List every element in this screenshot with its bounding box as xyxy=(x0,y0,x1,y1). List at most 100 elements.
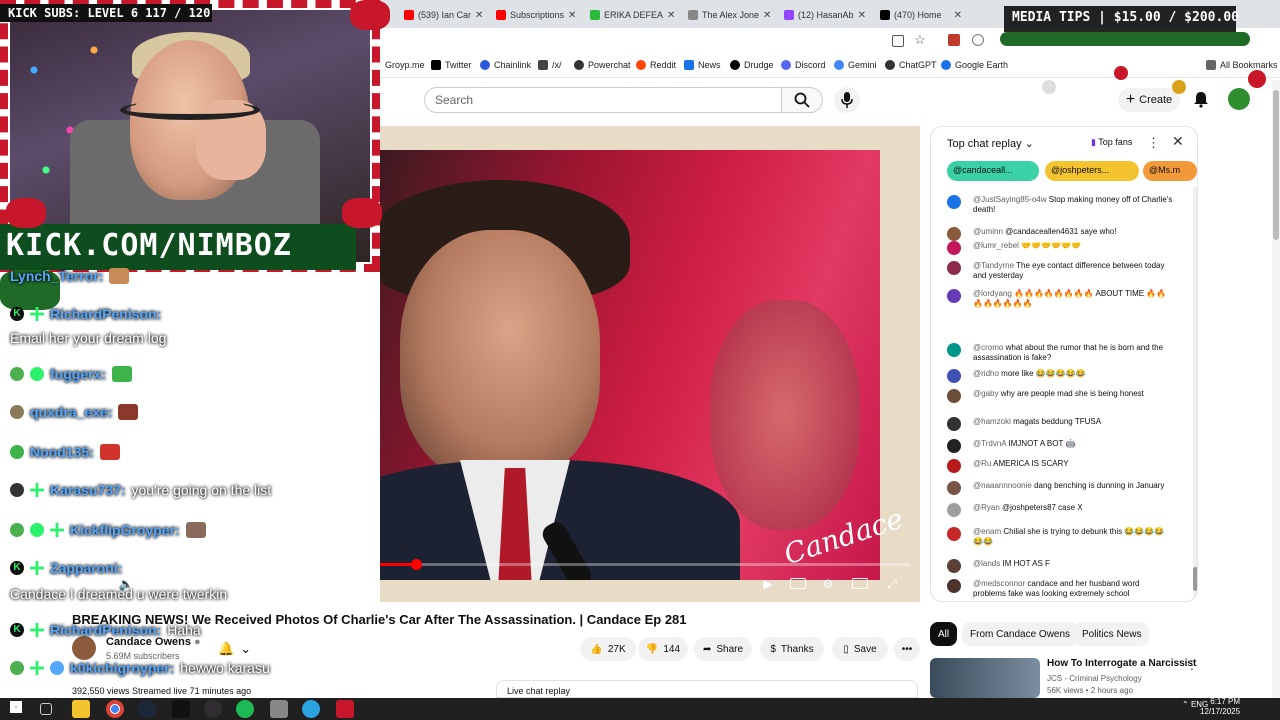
recommended-video-title[interactable]: How To Interrogate a Narcissist xyxy=(1047,658,1196,669)
channel-avatar[interactable] xyxy=(72,636,96,660)
chat-message[interactable]: @lumr_rebel 🤝🤝🤝🤝🤝🤝 xyxy=(941,241,1181,255)
bookmark-item[interactable]: Drudge xyxy=(730,60,774,70)
pinned-fan-chip[interactable]: @candaceall... xyxy=(947,161,1039,181)
search-button[interactable] xyxy=(781,87,823,113)
chat-avatar[interactable] xyxy=(947,227,961,241)
share-button[interactable]: ➦ Share xyxy=(694,637,752,661)
chat-username[interactable]: @cromo xyxy=(973,343,1003,352)
voice-search-button[interactable] xyxy=(834,87,860,113)
file-explorer-icon[interactable] xyxy=(72,700,90,718)
chat-username[interactable]: @Ryan xyxy=(973,503,1000,512)
video-progress-bar[interactable] xyxy=(380,559,910,570)
chat-message[interactable]: @gaby why are people mad she is being ho… xyxy=(941,389,1181,403)
subtitles-icon[interactable] xyxy=(790,578,806,589)
chat-avatar[interactable] xyxy=(947,261,961,275)
more-actions-button[interactable]: ••• xyxy=(894,637,920,661)
create-button[interactable]: + Create xyxy=(1118,88,1180,112)
chat-avatar[interactable] xyxy=(947,195,961,209)
chat-avatar[interactable] xyxy=(947,559,961,573)
filter-chip-all[interactable]: All xyxy=(930,622,958,646)
chat-message[interactable]: @ridho more like 😂😂😂😂😂 xyxy=(941,369,1181,383)
chat-message[interactable]: @Ru AMERICA IS SCARY xyxy=(941,459,1181,473)
bookmark-item[interactable]: Discord xyxy=(781,60,826,70)
chat-username[interactable]: @hamzoki xyxy=(973,417,1011,426)
chrome-icon[interactable] xyxy=(106,700,124,718)
chat-username[interactable]: @medsconnor xyxy=(973,579,1025,588)
extension-icon[interactable] xyxy=(948,34,960,46)
chat-avatar[interactable] xyxy=(947,389,961,403)
bookmark-item[interactable]: Chainlink xyxy=(480,60,531,70)
steam-icon[interactable] xyxy=(138,700,156,718)
chat-avatar[interactable] xyxy=(947,343,961,357)
bookmark-item[interactable]: Twitter xyxy=(431,60,472,70)
bookmark-item[interactable]: Reddit xyxy=(636,60,676,70)
search-input[interactable]: Search xyxy=(424,87,782,113)
chat-username[interactable]: @naaannnoonie xyxy=(973,481,1032,490)
chat-message[interactable]: @lands IM HOT AS F xyxy=(941,559,1181,573)
settings-gear-icon[interactable]: ⚙ xyxy=(820,577,836,591)
bookmark-item[interactable]: Gemini xyxy=(834,60,877,70)
browser-tab[interactable]: (539) Ian Car ✕ xyxy=(398,4,488,26)
chat-username[interactable]: @uminn xyxy=(973,227,1003,236)
chat-scrollbar-thumb[interactable] xyxy=(1193,567,1197,591)
bookmark-item[interactable]: /x/ xyxy=(538,60,562,70)
chat-avatar[interactable] xyxy=(947,417,961,431)
close-icon[interactable]: ✕ xyxy=(954,10,962,21)
browser-tab[interactable]: ERIKA DEFEA ✕ xyxy=(584,4,680,26)
browser-tab[interactable]: Subscriptions ✕ xyxy=(490,4,580,26)
close-icon[interactable]: ✕ xyxy=(667,10,675,21)
close-icon[interactable]: ✕ xyxy=(568,10,576,21)
chat-message-list[interactable]: @JustSaying85-o4w Stop making money off … xyxy=(931,185,1193,601)
chat-username[interactable]: @ridho xyxy=(973,369,999,378)
notifications-bell-icon[interactable] xyxy=(1192,90,1210,108)
fullscreen-icon[interactable]: ⤢ xyxy=(884,577,900,591)
page-scrollbar-thumb[interactable] xyxy=(1273,90,1279,240)
spotify-icon[interactable] xyxy=(236,700,254,718)
app-icon[interactable] xyxy=(336,700,354,718)
chat-message[interactable]: @uminn @candaceallen4631 saye who! xyxy=(941,227,1181,241)
thanks-button[interactable]: $ Thanks xyxy=(760,637,824,661)
chat-message[interactable]: @hamzoki magats beddung TFUSA xyxy=(941,417,1181,431)
chat-scrollbar[interactable] xyxy=(1193,187,1197,597)
theater-mode-icon[interactable] xyxy=(852,578,868,589)
extension-icon[interactable] xyxy=(972,34,984,46)
top-fans-button[interactable]: ▮ Top fans xyxy=(1091,137,1132,148)
taskbar-clock[interactable]: 6:17 PM 12/17/2025 xyxy=(1200,697,1240,717)
save-button[interactable]: ▯ Save xyxy=(832,637,888,661)
obs-icon[interactable] xyxy=(204,700,222,718)
chat-mode-dropdown[interactable]: Top chat replay ⌄ xyxy=(947,137,1034,150)
chat-avatar[interactable] xyxy=(947,289,961,303)
video-frame[interactable] xyxy=(380,150,880,580)
chat-username[interactable]: @enam xyxy=(973,527,1001,536)
more-vertical-icon[interactable]: ⋮ xyxy=(1186,658,1198,672)
chat-message[interactable]: @naaannnoonie dang benching is dunning i… xyxy=(941,481,1181,495)
bookmark-item[interactable]: ChatGPT xyxy=(885,60,937,70)
chat-avatar[interactable] xyxy=(947,241,961,255)
telegram-icon[interactable] xyxy=(302,700,320,718)
chat-message[interactable]: @JustSaying85-o4w Stop making money off … xyxy=(941,195,1181,215)
windows-start-icon[interactable] xyxy=(10,701,22,713)
chat-username[interactable]: @gaby xyxy=(973,389,998,398)
chat-username[interactable]: @TrdvnA xyxy=(973,439,1006,448)
browser-tab[interactable]: (470) Home ✕ xyxy=(874,4,968,26)
pinned-fan-chip[interactable]: @Ms.m xyxy=(1143,161,1197,181)
bookmark-item[interactable]: News xyxy=(684,60,721,70)
chat-message[interactable]: @cromo what about the rumor that he is b… xyxy=(941,343,1181,363)
dislike-button[interactable]: 👎 144 xyxy=(638,637,688,661)
close-icon[interactable]: ✕ xyxy=(763,10,771,21)
browser-tab[interactable]: (12) HasanAb ✕ xyxy=(778,4,872,26)
star-icon[interactable]: ☆ xyxy=(914,32,926,48)
account-avatar[interactable] xyxy=(1228,88,1250,110)
bookmark-item[interactable]: Groyp.me xyxy=(385,60,425,70)
chat-message[interactable]: @Tandyrne The eye contact difference bet… xyxy=(941,261,1181,281)
chat-username[interactable]: @lands xyxy=(973,559,1000,568)
chat-username[interactable]: @JustSaying85-o4w xyxy=(973,195,1047,204)
subscription-bell-button[interactable]: 🔔 ⌄ xyxy=(218,640,254,658)
chat-message[interactable]: @enam Chilial she is trying to debunk th… xyxy=(941,527,1181,547)
bookmark-item[interactable]: All Bookmarks xyxy=(1206,60,1278,70)
chat-message[interactable]: @lordyang 🔥🔥🔥🔥🔥🔥🔥🔥 ABOUT TIME 🔥🔥🔥🔥🔥🔥🔥🔥 xyxy=(941,289,1181,309)
close-icon[interactable]: ✕ xyxy=(1172,133,1184,150)
filter-chip-channel[interactable]: From Candace Owens xyxy=(962,622,1079,646)
more-vertical-icon[interactable]: ⋮ xyxy=(1147,135,1160,151)
recommended-video-thumbnail[interactable] xyxy=(930,658,1040,698)
